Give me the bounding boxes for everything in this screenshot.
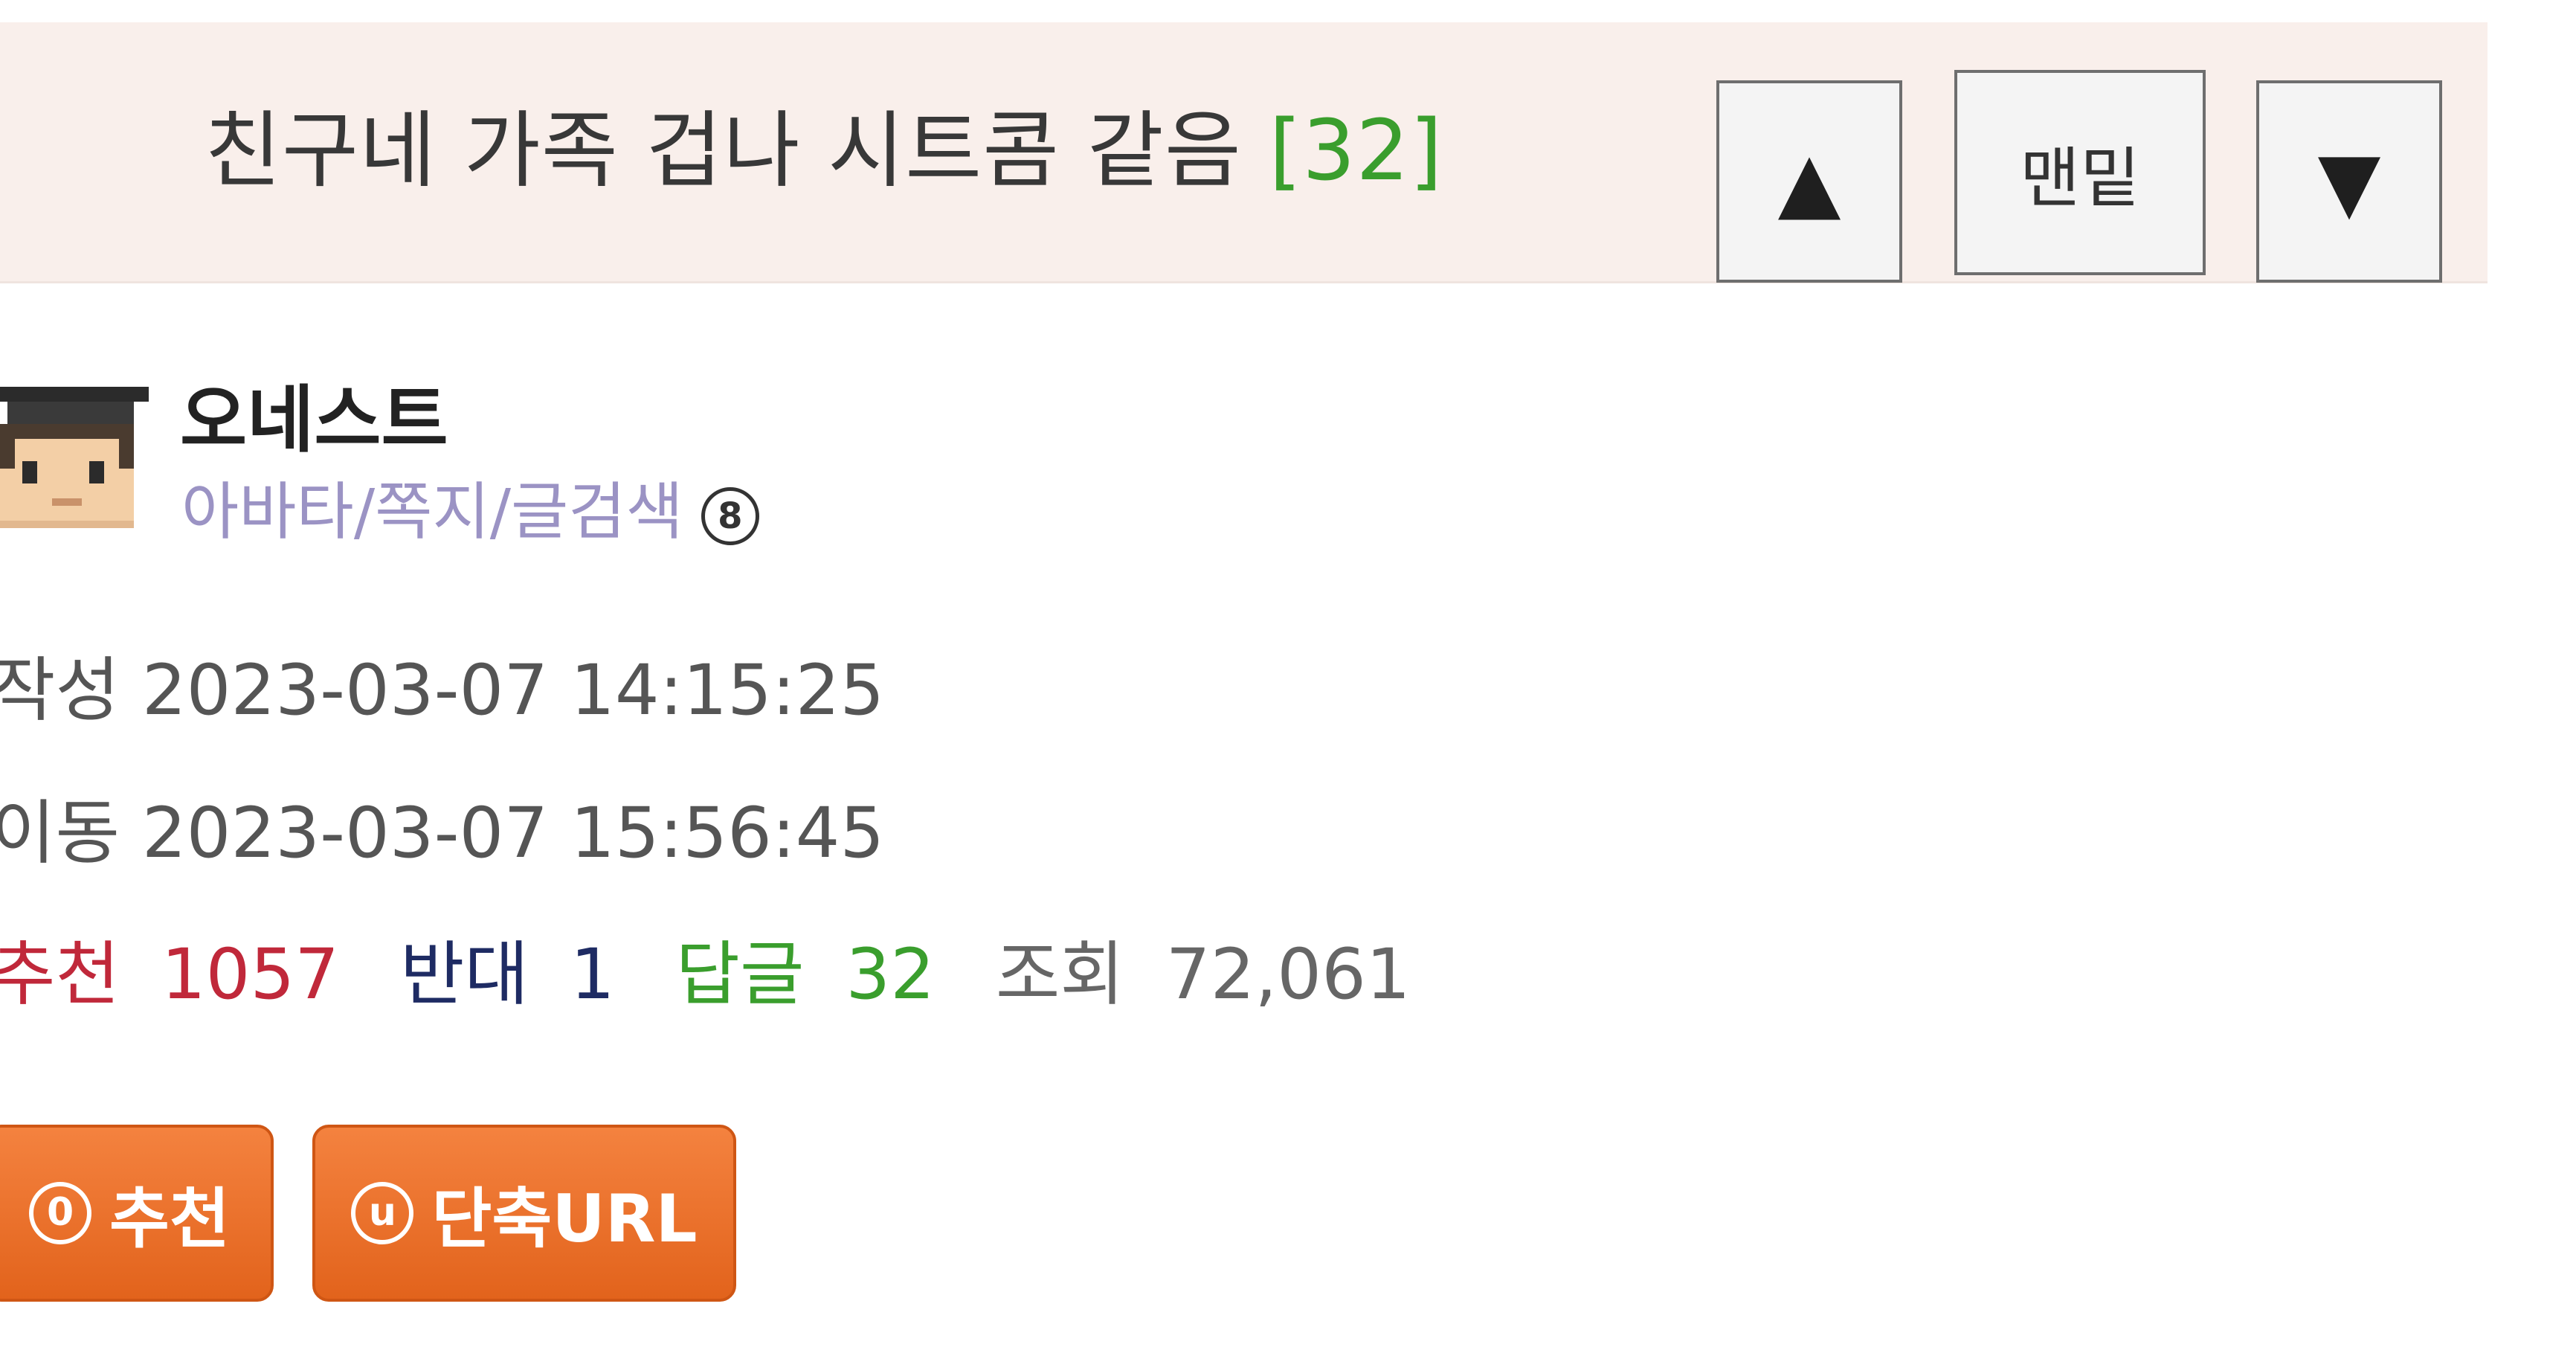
scroll-down-button[interactable]: ▼ bbox=[2256, 80, 2442, 283]
recommend-stat-label: 추천 bbox=[0, 934, 120, 1015]
author-links-text[interactable]: 아바타/쪽지/글검색 bbox=[181, 475, 683, 548]
post-header-page: 친구네 가족 겁나 시트콤 같음 [32] ▲ 맨밑 ▼ 오네스트 아바타/쪽지… bbox=[0, 0, 2576, 1353]
post-title: 친구네 가족 겁나 시트콤 같음 [32] bbox=[205, 95, 1443, 207]
views-stat-value: 72,061 bbox=[1165, 934, 1411, 1015]
reply-stat-label: 답글 bbox=[675, 934, 805, 1015]
written-value: 2023-03-07 14:15:25 bbox=[141, 650, 885, 731]
written-date: 작성 2023-03-07 14:15:25 bbox=[0, 643, 884, 739]
moved-date: 이동 2023-03-07 15:56:45 bbox=[0, 785, 884, 882]
recommend-button-label: 추천 bbox=[109, 1180, 230, 1257]
moved-label: 이동 bbox=[0, 793, 120, 874]
views-stat-label: 조회 bbox=[995, 934, 1124, 1015]
oppose-stat: 반대 1 bbox=[400, 934, 634, 1015]
reply-stat: 답글 32 bbox=[676, 934, 954, 1015]
views-stat: 조회 72,061 bbox=[996, 934, 1430, 1015]
written-label: 작성 bbox=[0, 650, 120, 731]
recommend-circle-icon: 0 bbox=[29, 1182, 92, 1244]
pixel-avatar-graduate-icon[interactable] bbox=[0, 387, 149, 550]
title-bar: 친구네 가족 겁나 시트콤 같음 [32] ▲ 맨밑 ▼ bbox=[0, 22, 2488, 283]
go-bottom-button[interactable]: 맨밑 bbox=[1954, 70, 2206, 275]
recommend-stat: 추천 1057 bbox=[0, 934, 358, 1015]
post-title-text: 친구네 가족 겁나 시트콤 같음 bbox=[205, 103, 1242, 199]
oppose-stat-value: 1 bbox=[570, 934, 615, 1015]
oppose-stat-label: 반대 bbox=[399, 934, 529, 1015]
author-name[interactable]: 오네스트 bbox=[180, 372, 448, 469]
go-bottom-label: 맨밑 bbox=[2020, 139, 2140, 216]
recommend-button[interactable]: 0 추천 bbox=[0, 1125, 274, 1302]
short-url-button-label: 단축URL bbox=[431, 1180, 698, 1257]
author-links[interactable]: 아바타/쪽지/글검색 8 bbox=[181, 467, 759, 556]
recommend-stat-value: 1057 bbox=[161, 934, 340, 1015]
level-badge-icon: 8 bbox=[701, 487, 759, 546]
triangle-down-icon: ▼ bbox=[2317, 134, 2381, 229]
reply-count: [32] bbox=[1269, 103, 1443, 199]
moved-value: 2023-03-07 15:56:45 bbox=[141, 793, 885, 874]
triangle-up-icon: ▲ bbox=[1777, 134, 1841, 229]
short-url-button[interactable]: u 단축URL bbox=[312, 1125, 736, 1302]
reply-stat-value: 32 bbox=[846, 934, 936, 1015]
scroll-up-button[interactable]: ▲ bbox=[1716, 80, 1902, 283]
short-url-circle-icon: u bbox=[351, 1182, 414, 1244]
post-stats: 추천 1057 반대 1 답글 32 조회 72,061 bbox=[0, 927, 1449, 1023]
